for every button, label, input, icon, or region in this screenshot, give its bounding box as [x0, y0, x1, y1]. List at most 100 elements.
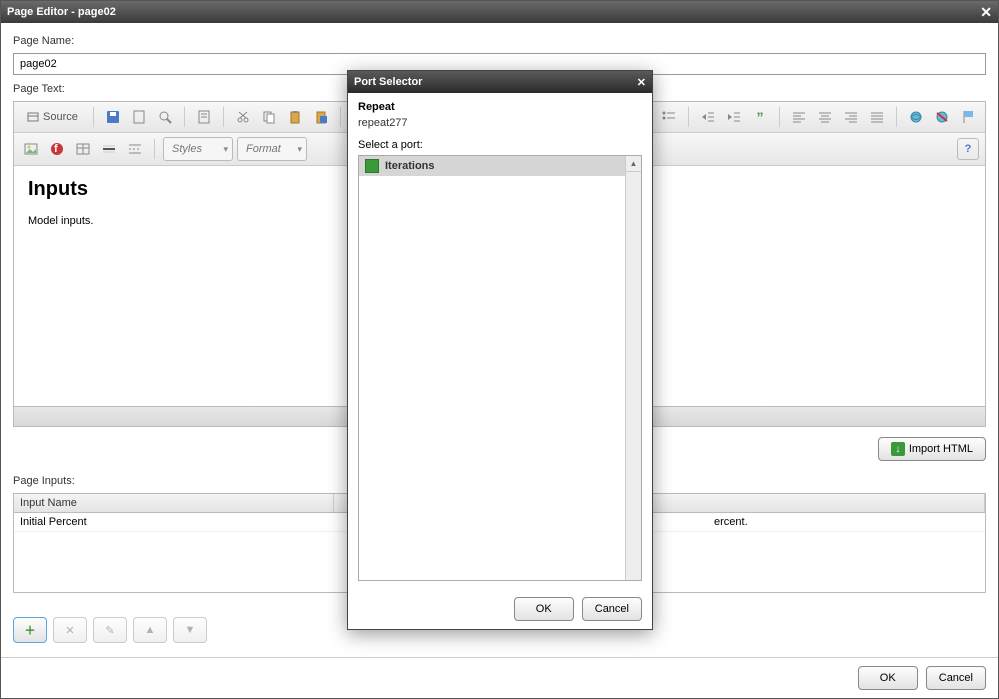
modal-titlebar: Port Selector ✕: [348, 71, 652, 93]
toolbar-separator: [184, 107, 185, 127]
toolbar-separator: [779, 107, 780, 127]
modal-cancel-button[interactable]: Cancel: [582, 597, 642, 621]
add-input-button[interactable]: ＋: [13, 617, 47, 643]
magnifier-icon: [158, 110, 172, 124]
format-dropdown[interactable]: Format: [237, 137, 307, 161]
paste-word-button[interactable]: [310, 106, 332, 128]
hr-button[interactable]: [98, 138, 120, 160]
unlink-button[interactable]: [931, 106, 953, 128]
cut-button[interactable]: [232, 106, 254, 128]
titlebar: Page Editor - page02 ✕: [1, 1, 998, 23]
table-icon: [76, 143, 90, 155]
page-name-label: Page Name:: [13, 35, 986, 47]
outdent-button[interactable]: [697, 106, 719, 128]
modal-header: Repeat: [358, 101, 642, 113]
port-item-label: Iterations: [385, 160, 435, 172]
modal-cancel-label: Cancel: [595, 603, 629, 615]
download-icon: ↓: [891, 442, 905, 456]
pagebreak-button[interactable]: [124, 138, 146, 160]
svg-text:f: f: [54, 143, 58, 155]
flash-icon: f: [50, 142, 64, 156]
blockquote-button[interactable]: ”: [749, 106, 771, 128]
indent-button[interactable]: [723, 106, 745, 128]
window-title: Page Editor - page02: [7, 6, 116, 18]
source-button[interactable]: Source: [20, 106, 85, 128]
scroll-up-icon[interactable]: ▲: [626, 156, 641, 172]
save-button[interactable]: [102, 106, 124, 128]
select-port-label: Select a port:: [358, 139, 642, 151]
indent-icon: [727, 110, 741, 124]
source-label: Source: [43, 111, 78, 123]
remove-input-button[interactable]: ✕: [53, 617, 87, 643]
import-html-button[interactable]: ↓ Import HTML: [878, 437, 986, 461]
cell-input-name: Initial Percent: [14, 513, 334, 531]
toolbar-separator: [896, 107, 897, 127]
scrollbar[interactable]: ▲: [625, 156, 641, 580]
unlink-icon: [934, 110, 950, 124]
modal-footer: OK Cancel: [348, 589, 652, 629]
source-icon: [27, 111, 39, 123]
help-button[interactable]: ?: [957, 138, 979, 160]
hr-icon: [102, 143, 116, 155]
port-list-container: Iterations ▲: [358, 155, 642, 581]
modal-ok-button[interactable]: OK: [514, 597, 574, 621]
port-item-iterations[interactable]: Iterations: [359, 156, 625, 176]
move-down-button[interactable]: ▼: [173, 617, 207, 643]
paste-icon: [288, 110, 302, 124]
copy-icon: [262, 110, 276, 124]
toolbar-separator: [154, 139, 155, 159]
align-center-button[interactable]: [814, 106, 836, 128]
align-left-button[interactable]: [788, 106, 810, 128]
page-icon: [133, 110, 145, 124]
ok-label: OK: [880, 672, 896, 684]
anchor-button[interactable]: [957, 106, 979, 128]
main-footer-buttons: OK Cancel: [1, 657, 998, 698]
port-list[interactable]: Iterations: [359, 156, 625, 580]
modal-close-icon[interactable]: ✕: [637, 76, 646, 89]
scissors-icon: [236, 110, 250, 124]
align-justify-icon: [870, 111, 884, 123]
bullet-list-button[interactable]: [658, 106, 680, 128]
port-selector-dialog: Port Selector ✕ Repeat repeat277 Select …: [347, 70, 653, 630]
align-center-icon: [818, 111, 832, 123]
import-html-label: Import HTML: [909, 443, 973, 455]
template-icon: [198, 110, 210, 124]
styles-dropdown[interactable]: Styles: [163, 137, 233, 161]
edit-input-button[interactable]: ✎: [93, 617, 127, 643]
toolbar-separator: [223, 107, 224, 127]
link-icon: [908, 110, 924, 124]
align-justify-button[interactable]: [866, 106, 888, 128]
modal-subheader: repeat277: [358, 117, 642, 129]
new-page-button[interactable]: [128, 106, 150, 128]
table-button[interactable]: [72, 138, 94, 160]
flash-button[interactable]: f: [46, 138, 68, 160]
image-button[interactable]: [20, 138, 42, 160]
link-button[interactable]: [905, 106, 927, 128]
main-cancel-button[interactable]: Cancel: [926, 666, 986, 690]
quote-icon: ”: [757, 109, 764, 125]
toolbar-separator: [93, 107, 94, 127]
image-icon: [24, 143, 38, 155]
move-up-button[interactable]: ▲: [133, 617, 167, 643]
pencil-icon: ✎: [105, 624, 114, 637]
plus-icon: ＋: [25, 622, 36, 638]
help-icon: ?: [965, 143, 972, 155]
close-icon[interactable]: ✕: [980, 4, 992, 21]
x-icon: ✕: [65, 624, 74, 637]
styles-label: Styles: [172, 143, 202, 155]
align-left-icon: [792, 111, 806, 123]
preview-button[interactable]: [154, 106, 176, 128]
format-label: Format: [246, 143, 281, 155]
port-icon: [365, 159, 379, 173]
flag-icon: [961, 110, 975, 124]
modal-body: Repeat repeat277 Select a port: Iteratio…: [348, 93, 652, 589]
toolbar-separator: [688, 107, 689, 127]
copy-button[interactable]: [258, 106, 280, 128]
align-right-button[interactable]: [840, 106, 862, 128]
cancel-label: Cancel: [939, 672, 973, 684]
main-ok-button[interactable]: OK: [858, 666, 918, 690]
col-input-name[interactable]: Input Name: [14, 494, 334, 512]
modal-title: Port Selector: [354, 76, 422, 88]
templates-button[interactable]: [193, 106, 215, 128]
paste-button[interactable]: [284, 106, 306, 128]
